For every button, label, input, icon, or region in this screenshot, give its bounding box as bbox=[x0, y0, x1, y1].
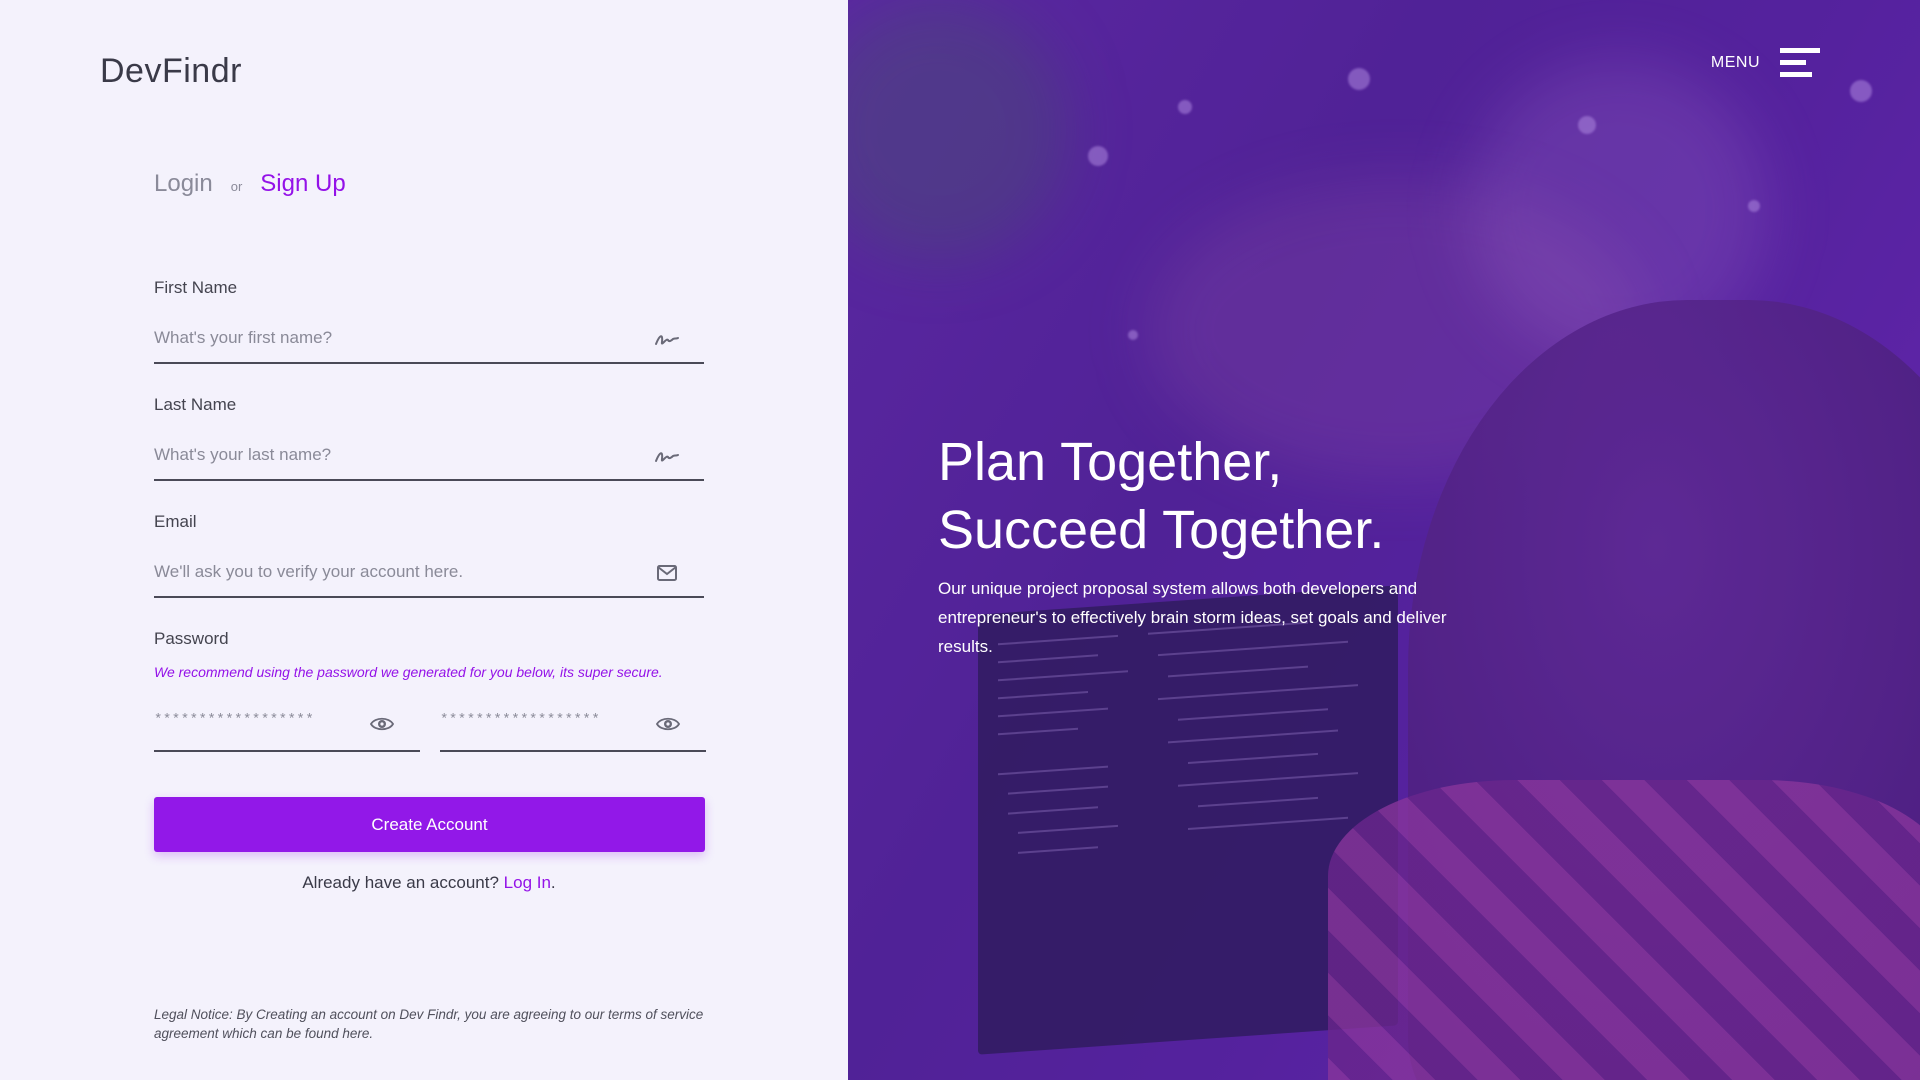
password-input[interactable]: ****************** bbox=[154, 700, 420, 752]
last-name-group: Last Name bbox=[154, 395, 704, 481]
create-account-button[interactable]: Create Account bbox=[154, 797, 705, 852]
password-group: Password bbox=[154, 629, 704, 649]
eye-icon[interactable] bbox=[370, 714, 394, 734]
signature-icon bbox=[655, 335, 679, 345]
login-prompt-text: Already have an account? bbox=[302, 873, 499, 892]
signup-panel: DevFindr Login or Sign Up First Name Las… bbox=[0, 0, 848, 1080]
first-name-input[interactable] bbox=[154, 316, 634, 360]
hero-title: Plan Together, Succeed Together. bbox=[938, 428, 1478, 564]
email-input[interactable] bbox=[154, 550, 634, 594]
email-group: Email bbox=[154, 512, 704, 598]
menu-label: MENU bbox=[1710, 53, 1760, 71]
last-name-input[interactable] bbox=[154, 433, 634, 477]
hero-title-line-2: Succeed Together. bbox=[938, 500, 1385, 560]
first-name-group: First Name bbox=[154, 278, 704, 364]
signup-tab[interactable]: Sign Up bbox=[260, 170, 345, 198]
brand-logo[interactable]: DevFindr bbox=[100, 52, 242, 91]
login-tab[interactable]: Login bbox=[154, 170, 213, 198]
menu-button[interactable]: MENU bbox=[1711, 48, 1820, 77]
first-name-label: First Name bbox=[154, 278, 238, 297]
password-label: Password bbox=[154, 629, 229, 648]
legal-notice: Legal Notice: By Creating an account on … bbox=[154, 1007, 704, 1041]
login-link[interactable]: Log In bbox=[504, 873, 551, 892]
email-label: Email bbox=[154, 512, 197, 531]
password-masked-value: ****************** bbox=[154, 712, 315, 728]
last-name-label: Last Name bbox=[154, 395, 237, 414]
login-prompt: Already have an account? Log In. bbox=[0, 873, 858, 893]
hero-description: Our unique project proposal system allow… bbox=[938, 579, 1447, 656]
confirm-password-masked-value: ****************** bbox=[440, 712, 601, 728]
or-separator: or bbox=[230, 179, 243, 194]
email-wrapper bbox=[154, 550, 704, 598]
auth-switch: Login or Sign Up bbox=[154, 170, 346, 198]
confirm-password-input[interactable]: ****************** bbox=[440, 700, 706, 752]
login-prompt-period: . bbox=[550, 873, 556, 892]
signature-icon bbox=[655, 452, 679, 462]
hero-title-line-1: Plan Together, bbox=[938, 432, 1283, 492]
hamburger-icon bbox=[1780, 48, 1820, 77]
eye-icon[interactable] bbox=[656, 714, 680, 734]
hero-panel: MENU Plan Together, Succeed Together. Ou… bbox=[848, 0, 1920, 1080]
password-hint: We recommend using the password we gener… bbox=[154, 664, 663, 680]
envelope-icon bbox=[657, 565, 677, 581]
last-name-wrapper bbox=[154, 433, 704, 481]
first-name-wrapper bbox=[154, 316, 704, 364]
hero-text: Plan Together, Succeed Together. Our uni… bbox=[938, 428, 1478, 661]
